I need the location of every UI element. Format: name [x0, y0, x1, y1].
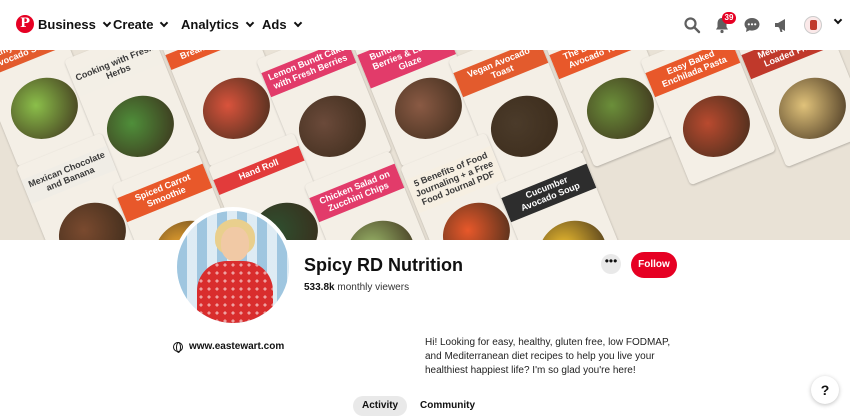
- pin-title: Cooking with Fresh Herbs: [69, 50, 165, 98]
- top-nav: P Business Create Analytics Ads 39: [0, 0, 850, 50]
- pinterest-logo-icon[interactable]: P: [16, 15, 34, 33]
- chevron-down-icon: [102, 18, 112, 27]
- nav-ads-label: Ads: [262, 17, 287, 32]
- nav-analytics-label: Analytics: [181, 17, 239, 32]
- nav-create[interactable]: Create: [113, 17, 169, 32]
- chevron-down-icon[interactable]: [833, 15, 843, 25]
- viewers-count: 533.8k: [304, 282, 335, 293]
- tab-community[interactable]: Community: [411, 396, 484, 416]
- website-text: www.eastewart.com: [189, 341, 285, 352]
- website-link[interactable]: www.eastewart.com: [173, 341, 285, 353]
- monthly-viewers: 533.8k monthly viewers: [304, 282, 409, 293]
- pin-food-image: [529, 210, 616, 240]
- search-icon[interactable]: [683, 16, 701, 34]
- chevron-down-icon: [160, 18, 169, 27]
- cover-collage: Dreamy Cucumber Avocado SoupCooking with…: [0, 50, 850, 240]
- help-button[interactable]: ?: [811, 376, 839, 404]
- pin-title: Dreamy Cucumber Avocado Soup: [0, 50, 69, 80]
- chat-icon[interactable]: [743, 16, 761, 34]
- profile-name: Spicy RD Nutrition: [304, 255, 464, 275]
- globe-icon: [173, 341, 183, 353]
- nav-ads[interactable]: Ads: [262, 17, 302, 32]
- pin-title: Breakfast Bowl: [165, 50, 257, 70]
- pin-food-image: [673, 85, 760, 167]
- nav-create-label: Create: [113, 17, 154, 32]
- chevron-down-icon: [245, 18, 255, 27]
- pin-title: Easy Baked Enchilada Pasta: [645, 50, 741, 98]
- account-avatar[interactable]: [804, 16, 822, 34]
- tab-activity[interactable]: Activity: [353, 396, 408, 416]
- pin-food-image: [769, 67, 850, 149]
- nav-business-label: Business: [38, 17, 96, 32]
- pin-title: Vegan Avocado Toast: [453, 50, 549, 98]
- follow-button[interactable]: Follow: [631, 252, 677, 278]
- profile-bio: Hi! Looking for easy, healthy, gluten fr…: [425, 337, 671, 376]
- pin-title: Mediterranean Loaded Fries: [741, 50, 837, 80]
- profile-avatar: [173, 207, 293, 327]
- viewers-label: monthly viewers: [337, 282, 410, 293]
- pin-food-image: [337, 210, 424, 240]
- pin-title: Lemon Bundt Cake with Fresh Berries: [261, 50, 357, 98]
- notification-badge: 39: [722, 12, 736, 24]
- nav-analytics[interactable]: Analytics: [181, 17, 255, 32]
- nav-business[interactable]: Business: [38, 17, 112, 32]
- megaphone-icon[interactable]: [773, 16, 791, 34]
- chevron-down-icon: [293, 18, 302, 27]
- more-options-button[interactable]: •••: [601, 254, 621, 274]
- pin-title: The Best Vegan Avocado Toast: [549, 50, 645, 80]
